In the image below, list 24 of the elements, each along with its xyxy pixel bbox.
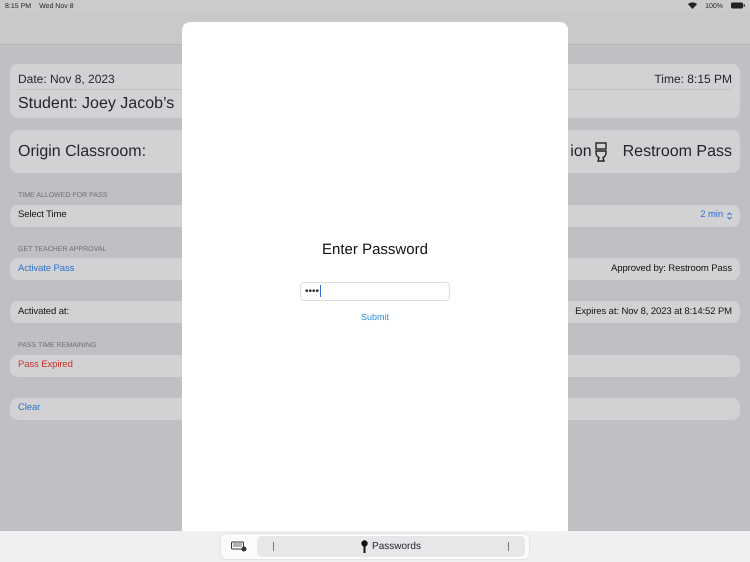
status-text: Pass Expired (18, 358, 73, 372)
row-label: Select Time (18, 208, 67, 222)
toilet-icon (594, 142, 607, 162)
row-value: Approved by: Restroom Pass (611, 262, 732, 276)
wifi-icon (688, 2, 698, 9)
chevron-icon (727, 212, 732, 220)
row-value: Expires at: Nov 8, 2023 at 8:14:52 PM (575, 304, 732, 319)
passwords-button[interactable]: Passwords (257, 536, 525, 557)
origin-label: Origin Classroom: (18, 142, 146, 162)
dialog-title: Enter Password (322, 240, 428, 260)
key-icon (361, 540, 368, 553)
row-label: Activated at: (18, 304, 69, 319)
time-picker[interactable]: 2 min (700, 208, 732, 223)
submit-button[interactable]: Submit (360, 310, 389, 324)
password-field[interactable]: •••• (300, 282, 450, 300)
student-name: Student: Joey Jacob’s (18, 94, 176, 114)
pass-type-label: Restroom Pass (622, 142, 732, 162)
date-label: Date: Nov 8, 2023 (18, 70, 115, 88)
time-label: Time: 8:15 PM (654, 70, 732, 88)
destination-label: ion (570, 142, 592, 162)
keyboard-icon[interactable] (231, 541, 247, 552)
action-link[interactable]: Activate Pass (18, 262, 74, 276)
battery-icon (731, 2, 745, 9)
action-link[interactable]: Clear (18, 401, 40, 416)
